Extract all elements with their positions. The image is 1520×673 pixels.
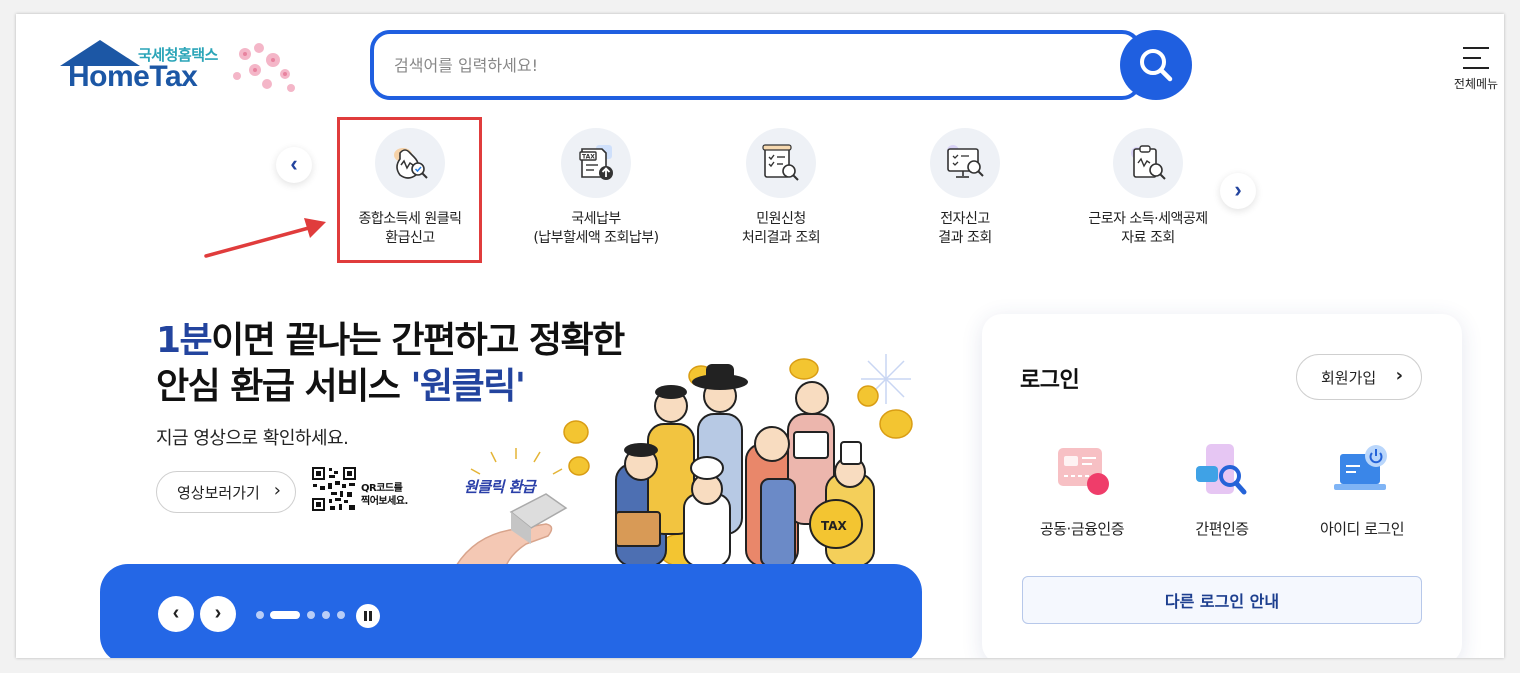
slide-dot[interactable]: [256, 611, 264, 619]
quick-item-tax-payment[interactable]: TAX 국세납부 (납부할세액 조회납부): [506, 128, 686, 248]
logo-english-text: HomeTax: [68, 60, 198, 93]
cherry-blossom-icon: [233, 43, 295, 92]
certificate-icon: [1052, 444, 1112, 500]
search-box: [370, 30, 1142, 100]
workers-illustration: TAX: [455, 354, 913, 566]
pause-icon-bar: [369, 611, 372, 621]
search-button[interactable]: [1120, 30, 1192, 100]
chevron-left-icon: ‹: [172, 602, 180, 624]
search-input[interactable]: [394, 48, 1094, 82]
checklist-search-icon: [746, 128, 816, 198]
hamburger-icon: [1463, 46, 1489, 69]
banner-subline: 지금 영상으로 확인하세요.: [156, 428, 349, 449]
other-login-guide-button[interactable]: 다른 로그인 안내: [1022, 576, 1422, 624]
headline-line2: 안심 환급 서비스: [156, 366, 411, 407]
login-title: 로그인: [1020, 368, 1080, 393]
slide-prev-button[interactable]: ‹: [158, 596, 194, 632]
quick-menu-next-button[interactable]: ›: [1220, 173, 1256, 209]
chevron-right-icon: ›: [273, 480, 281, 501]
page-frame: 국세청홈택스 HomeTax 전체메뉴 ‹: [16, 14, 1504, 658]
slide-dot[interactable]: [322, 611, 330, 619]
qr-hint-text: QR코드를 찍어보세요.: [361, 483, 408, 507]
banner-slider-bar: ‹ ›: [100, 564, 922, 658]
slide-pause-button[interactable]: [356, 604, 380, 628]
quick-menu-prev-button[interactable]: ‹: [276, 147, 312, 183]
signup-label: 회원가입: [1321, 368, 1377, 387]
quick-item-e-filing-result[interactable]: 전자신고 결과 조회: [875, 128, 1055, 248]
chevron-left-icon: ‹: [290, 151, 298, 176]
slide-dot-active[interactable]: [270, 611, 300, 619]
tax-bag-label: TAX: [821, 519, 848, 533]
chevron-right-icon: ›: [214, 602, 222, 624]
login-card: 로그인 회원가입 › 공동·금융인증 간편인증 아이디 로그인 다른 로그인 안…: [982, 314, 1462, 658]
quick-item-deduction-data[interactable]: 근로자 소득·세액공제 자료 조회: [1058, 128, 1238, 248]
quick-item-label: 민원신청 처리결과 조회: [741, 211, 821, 246]
id-login-label: 아이디 로그인: [1319, 520, 1405, 538]
simple-auth-button[interactable]: 간편인증: [1152, 444, 1292, 539]
quick-item-civil-result[interactable]: 민원신청 처리결과 조회: [691, 128, 871, 248]
laptop-power-icon: [1332, 444, 1392, 500]
qr-code-icon: [311, 466, 357, 512]
monitor-search-icon: [930, 128, 1000, 198]
headline-highlight: 1분: [156, 320, 213, 361]
certificate-login-label: 공동·금융인증: [1039, 520, 1125, 538]
slide-dot[interactable]: [337, 611, 345, 619]
chevron-right-icon: ›: [1395, 365, 1403, 386]
watch-video-label: 영상보러가기: [177, 483, 260, 502]
simple-auth-label: 간편인증: [1195, 520, 1249, 538]
hometax-logo[interactable]: 국세청홈택스 HomeTax: [60, 40, 305, 102]
watch-video-button[interactable]: 영상보러가기 ›: [156, 471, 296, 513]
full-menu-label: 전체메뉴: [1453, 76, 1499, 91]
quick-item-label: 국세납부 (납부할세액 조회납부): [533, 211, 659, 246]
clipboard-search-icon: [1113, 128, 1183, 198]
search-icon: [1140, 49, 1173, 82]
quick-item-label: 근로자 소득·세액공제 자료 조회: [1088, 211, 1208, 246]
id-login-button[interactable]: 아이디 로그인: [1292, 444, 1432, 539]
red-arrow-icon: [204, 218, 326, 258]
certificate-login-button[interactable]: 공동·금융인증: [1012, 444, 1152, 539]
oneclick-badge: 원클릭 환급: [464, 478, 536, 496]
signup-button[interactable]: 회원가입 ›: [1296, 354, 1422, 400]
quick-item-label: 전자신고 결과 조회: [938, 211, 992, 246]
tax-document-upload-icon: TAX: [561, 128, 631, 198]
phone-search-icon: [1192, 444, 1252, 500]
chevron-right-icon: ›: [1234, 177, 1242, 202]
full-menu-button[interactable]: 전체메뉴: [1448, 40, 1504, 96]
pause-icon: [364, 611, 367, 621]
slide-next-button[interactable]: ›: [200, 596, 236, 632]
svg-text:TAX: TAX: [582, 154, 595, 161]
slide-dot[interactable]: [307, 611, 315, 619]
highlight-box: [337, 117, 482, 263]
